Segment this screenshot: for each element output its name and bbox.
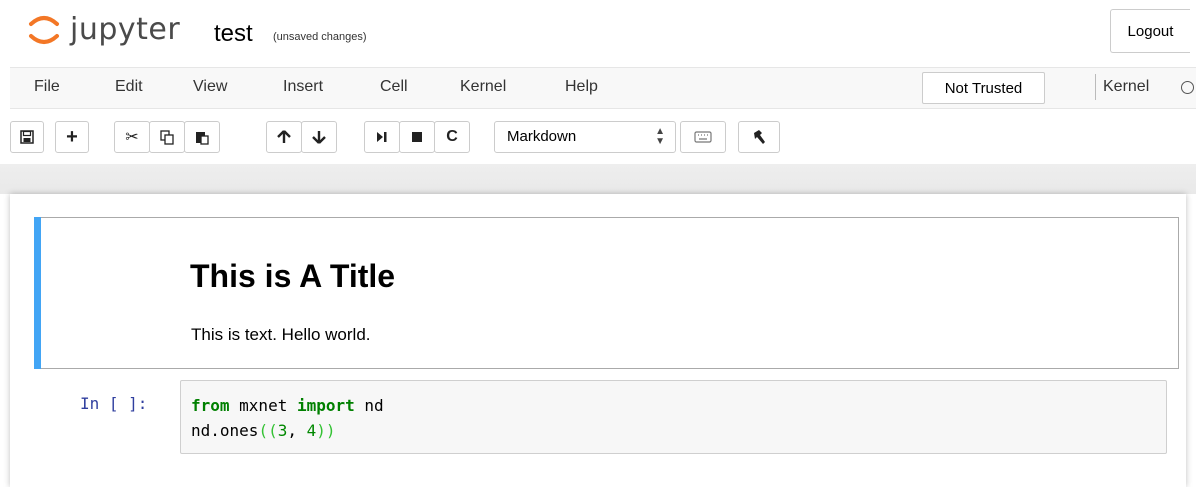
logout-button[interactable]: Logout <box>1110 9 1190 53</box>
keyword: from <box>191 396 230 415</box>
restart-icon: C <box>446 128 458 145</box>
input-prompt: In [ ]: <box>80 394 148 413</box>
menu-kernel[interactable]: Kernel <box>460 78 506 96</box>
cell-type-select[interactable]: Markdown ▲ ▼ <box>494 121 676 153</box>
separator: , <box>287 421 307 440</box>
arrow-up-icon <box>277 130 291 143</box>
menu-view[interactable]: View <box>193 78 227 96</box>
run-button[interactable] <box>364 121 400 153</box>
module-name: mxnet <box>229 396 297 415</box>
code-cell[interactable]: from mxnet import nd nd.ones((3, 4)) <box>180 380 1167 454</box>
save-icon <box>20 130 34 144</box>
divider <box>1095 74 1096 100</box>
move-down-button[interactable] <box>301 121 337 153</box>
markdown-cell[interactable]: This is A Title This is text. Hello worl… <box>34 217 1179 369</box>
kernel-idle-icon <box>1181 81 1194 94</box>
markdown-heading: This is A Title <box>190 258 396 294</box>
save-status: (unsaved changes) <box>273 31 367 43</box>
kernel-name: Kernel <box>1103 78 1150 95</box>
menu-insert[interactable]: Insert <box>283 78 323 96</box>
paste-button[interactable] <box>184 121 220 153</box>
interrupt-button[interactable] <box>399 121 435 153</box>
notebook-container: This is A Title This is text. Hello worl… <box>10 194 1186 487</box>
notebook-name[interactable]: test <box>214 20 253 48</box>
arrow-down-icon <box>312 131 326 144</box>
paste-icon <box>195 131 209 145</box>
logo-text: jupyter <box>70 11 181 47</box>
import-name: nd <box>354 396 384 415</box>
step-forward-icon <box>377 132 387 142</box>
header: jupyter test (unsaved changes) Logout <box>0 0 1196 62</box>
keyboard-icon <box>694 131 712 143</box>
toolbar: + ✂ C Markdown ▲ ▼ <box>10 117 1196 157</box>
hammer-icon <box>754 130 765 144</box>
code-line-2: nd.ones((3, 4)) <box>191 421 336 440</box>
jupyter-logo[interactable]: jupyter <box>28 9 198 49</box>
restart-button[interactable]: C <box>434 121 470 153</box>
menu-cell[interactable]: Cell <box>380 78 408 96</box>
menu-help[interactable]: Help <box>565 78 598 96</box>
markdown-paragraph: This is text. Hello world. <box>191 325 371 344</box>
menu-file[interactable]: File <box>34 78 60 96</box>
insert-cell-button[interactable]: + <box>55 121 89 153</box>
jupyter-logo-icon <box>29 16 59 44</box>
plus-icon: + <box>66 125 78 148</box>
cut-icon: ✂ <box>125 129 139 146</box>
move-up-button[interactable] <box>266 121 302 153</box>
toolbar-separator <box>0 164 1196 194</box>
tool-button[interactable] <box>738 121 780 153</box>
code-line-1: from mxnet import nd <box>191 396 384 415</box>
select-arrows-icon: ▲ ▼ <box>655 126 665 147</box>
command-palette-button[interactable] <box>680 121 726 153</box>
copy-button[interactable] <box>149 121 185 153</box>
function-call: nd.ones <box>191 421 259 440</box>
stop-icon <box>412 132 422 142</box>
number: 3 <box>277 421 288 440</box>
keyword: import <box>296 396 355 415</box>
cut-button[interactable]: ✂ <box>114 121 150 153</box>
number: 4 <box>306 421 317 440</box>
menu-edit[interactable]: Edit <box>115 78 143 96</box>
paren-close: )) <box>316 421 336 440</box>
copy-icon <box>159 129 174 145</box>
selected-cell-indicator <box>34 217 41 369</box>
cell-type-value: Markdown <box>507 128 577 145</box>
menubar: File Edit View Insert Cell Kernel Help N… <box>10 67 1196 109</box>
save-button[interactable] <box>10 121 44 153</box>
paren-open: (( <box>258 421 278 440</box>
not-trusted-button[interactable]: Not Trusted <box>922 72 1045 104</box>
